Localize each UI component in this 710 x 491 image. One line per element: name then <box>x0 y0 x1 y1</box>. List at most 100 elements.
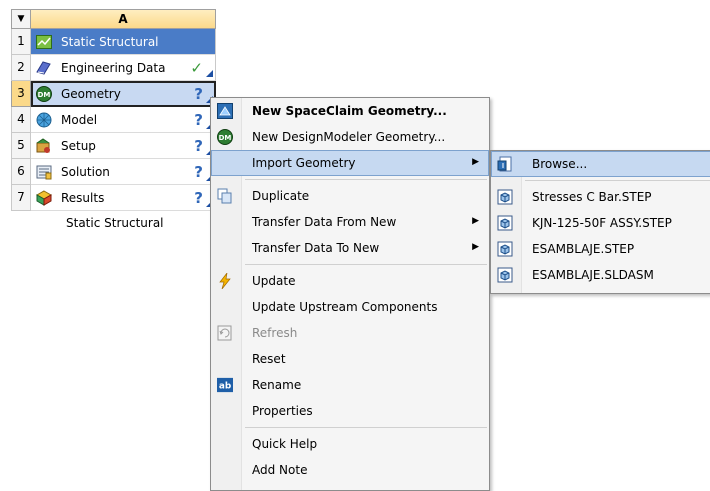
submenu-arrow-icon: ▶ <box>472 157 479 167</box>
submenu-arrow-icon: ▶ <box>472 216 479 226</box>
model-icon <box>35 111 52 128</box>
cell-setup[interactable]: Setup ? <box>31 133 216 159</box>
menu-item-new-spaceclaim-geometry[interactable]: New SpaceClaim Geometry... <box>211 98 489 124</box>
menu-item-browse[interactable]: Browse... <box>491 151 710 177</box>
menu-item-transfer-data-to-new[interactable]: Transfer Data To New ▶ <box>211 235 489 261</box>
needs-attention-question-icon: ? <box>194 189 203 207</box>
system-menu-dropdown[interactable]: ▼ <box>11 9 31 29</box>
import-geometry-submenu: Browse... Stresses C Bar.STEP KJN-125-50… <box>490 150 710 294</box>
cell-geometry-selected[interactable]: DM Geometry ? <box>31 81 216 107</box>
menu-item-label: New DesignModeler Geometry... <box>252 130 446 144</box>
cell-label: Model <box>61 112 98 127</box>
cell-label: Engineering Data <box>61 60 166 75</box>
sldasm-file-icon <box>497 267 513 283</box>
row-number: 7 <box>11 185 31 211</box>
svg-text:DM: DM <box>219 134 232 142</box>
menu-item-label: Stresses C Bar.STEP <box>532 190 652 204</box>
menu-item-label: Rename <box>252 378 302 392</box>
refresh-icon <box>217 325 233 341</box>
menu-item-recent-file[interactable]: ESAMBLAJE.SLDASM <box>491 262 710 288</box>
needs-attention-question-icon: ? <box>194 137 203 155</box>
menu-item-reset[interactable]: Reset <box>211 346 489 372</box>
menu-item-duplicate[interactable]: Duplicate <box>211 183 489 209</box>
system-header-row: ▼ A <box>11 9 216 29</box>
system-name-caption[interactable]: Static Structural <box>66 216 164 230</box>
menu-item-label: ESAMBLAJE.STEP <box>532 242 635 256</box>
menu-item-recent-file[interactable]: Stresses C Bar.STEP <box>491 184 710 210</box>
system-row[interactable]: 5 Setup ? <box>11 133 216 159</box>
geometry-context-menu: New SpaceClaim Geometry... DM New Design… <box>210 97 490 491</box>
menu-item-label: Import Geometry <box>252 156 356 170</box>
menu-item-update[interactable]: Update <box>211 268 489 294</box>
menu-item-transfer-data-from-new[interactable]: Transfer Data From New ▶ <box>211 209 489 235</box>
system-row[interactable]: 7 Results ? <box>11 185 216 211</box>
cell-label: Setup <box>61 138 96 153</box>
row-number: 1 <box>11 29 31 55</box>
row-number: 2 <box>11 55 31 81</box>
solution-icon <box>35 163 52 180</box>
lightning-bolt-icon <box>217 273 233 289</box>
step-file-icon <box>497 215 513 231</box>
needs-attention-question-icon: ? <box>194 163 203 181</box>
menu-item-label: Refresh <box>252 326 298 340</box>
menu-item-label: Duplicate <box>252 189 310 203</box>
system-row[interactable]: 6 Solution ? <box>11 159 216 185</box>
cell-engineering-data[interactable]: Engineering Data ✓ <box>31 55 216 81</box>
cell-label: Results <box>61 190 105 205</box>
menu-item-import-geometry[interactable]: Import Geometry ▶ <box>211 150 489 176</box>
results-icon <box>35 189 52 206</box>
cell-solution[interactable]: Solution ? <box>31 159 216 185</box>
system-row[interactable]: 4 Model ? <box>11 107 216 133</box>
cell-model[interactable]: Model ? <box>31 107 216 133</box>
system-row[interactable]: 1 Static Structural <box>11 29 216 55</box>
designmodeler-icon: DM <box>217 129 233 145</box>
row-number: 4 <box>11 107 31 133</box>
designmodeler-icon: DM <box>35 85 52 102</box>
step-file-icon <box>497 189 513 205</box>
static-structural-icon <box>35 33 52 50</box>
menu-item-label: KJN-125-50F ASSY.STEP <box>532 216 672 230</box>
menu-item-add-note[interactable]: Add Note <box>211 457 489 483</box>
menu-item-new-designmodeler-geometry[interactable]: DM New DesignModeler Geometry... <box>211 124 489 150</box>
row-number: 3 <box>11 81 31 107</box>
analysis-system-block: ▼ A 1 Static Structural 2 Engineering Da… <box>11 9 216 211</box>
step-file-icon <box>497 241 513 257</box>
menu-item-recent-file[interactable]: ESAMBLAJE.STEP <box>491 236 710 262</box>
cell-corner-marker <box>206 70 213 77</box>
svg-text:ab: ab <box>219 382 231 392</box>
row-number: 6 <box>11 159 31 185</box>
setup-icon <box>35 137 52 154</box>
rename-icon: ab <box>217 377 233 393</box>
menu-item-label: Transfer Data To New <box>252 241 380 255</box>
menu-item-label: Browse... <box>532 157 588 171</box>
menu-item-label: Properties <box>252 404 313 418</box>
menu-item-label: Reset <box>252 352 286 366</box>
menu-item-properties[interactable]: Properties <box>211 398 489 424</box>
cell-label: Geometry <box>61 86 121 101</box>
menu-item-label: Transfer Data From New <box>252 215 397 229</box>
browse-folder-icon <box>497 156 513 172</box>
spaceclaim-icon <box>217 103 233 119</box>
submenu-arrow-icon: ▶ <box>472 242 479 252</box>
menu-item-label: Update Upstream Components <box>252 300 438 314</box>
menu-item-recent-file[interactable]: KJN-125-50F ASSY.STEP <box>491 210 710 236</box>
cell-label: Solution <box>61 164 110 179</box>
engineering-data-icon <box>35 59 52 76</box>
menu-item-refresh[interactable]: Refresh <box>211 320 489 346</box>
cell-static-structural-title[interactable]: Static Structural <box>31 29 216 55</box>
menu-item-quick-help[interactable]: Quick Help <box>211 431 489 457</box>
svg-text:DM: DM <box>37 91 50 99</box>
menu-item-label: Quick Help <box>252 437 318 451</box>
duplicate-icon <box>217 188 233 204</box>
menu-separator <box>525 180 710 181</box>
menu-item-rename[interactable]: ab Rename <box>211 372 489 398</box>
needs-attention-question-icon: ? <box>194 111 203 129</box>
column-header: A <box>31 9 216 29</box>
menu-item-update-upstream-components[interactable]: Update Upstream Components <box>211 294 489 320</box>
cell-results[interactable]: Results ? <box>31 185 216 211</box>
row-number: 5 <box>11 133 31 159</box>
system-row[interactable]: 3 DM Geometry ? <box>11 81 216 107</box>
needs-attention-question-icon: ? <box>194 85 203 103</box>
menu-item-label: Update <box>252 274 296 288</box>
system-row[interactable]: 2 Engineering Data ✓ <box>11 55 216 81</box>
